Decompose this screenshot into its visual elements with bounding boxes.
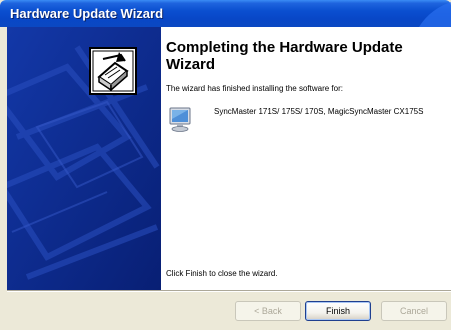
button-divider: [7, 290, 451, 292]
finish-instruction: Click Finish to close the wizard.: [166, 269, 278, 278]
wizard-content: Completing the Hardware Update Wizard Th…: [161, 27, 451, 290]
window-title: Hardware Update Wizard: [10, 6, 164, 21]
title-bar-swoosh: [419, 2, 451, 27]
window-left-border: [0, 27, 7, 330]
wizard-heading: Completing the Hardware Update Wizard: [166, 39, 403, 73]
wizard-window: Hardware Update Wizard Completing the Ha…: [0, 0, 451, 330]
device-name: SyncMaster 171S/ 175S/ 170S, MagicSyncMa…: [214, 107, 424, 116]
monitor-icon: [169, 107, 191, 132]
installed-device-row: SyncMaster 171S/ 175S/ 170S, MagicSyncMa…: [166, 105, 446, 145]
wizard-side-panel: [7, 27, 161, 290]
intro-text: The wizard has finished installing the s…: [166, 84, 343, 93]
side-panel-graphic: [7, 27, 161, 290]
cancel-button[interactable]: Cancel: [381, 301, 447, 321]
title-bar[interactable]: Hardware Update Wizard: [0, 0, 451, 27]
finish-button[interactable]: Finish: [305, 301, 371, 321]
back-button[interactable]: < Back: [235, 301, 301, 321]
hardware-wizard-icon: [89, 47, 137, 95]
